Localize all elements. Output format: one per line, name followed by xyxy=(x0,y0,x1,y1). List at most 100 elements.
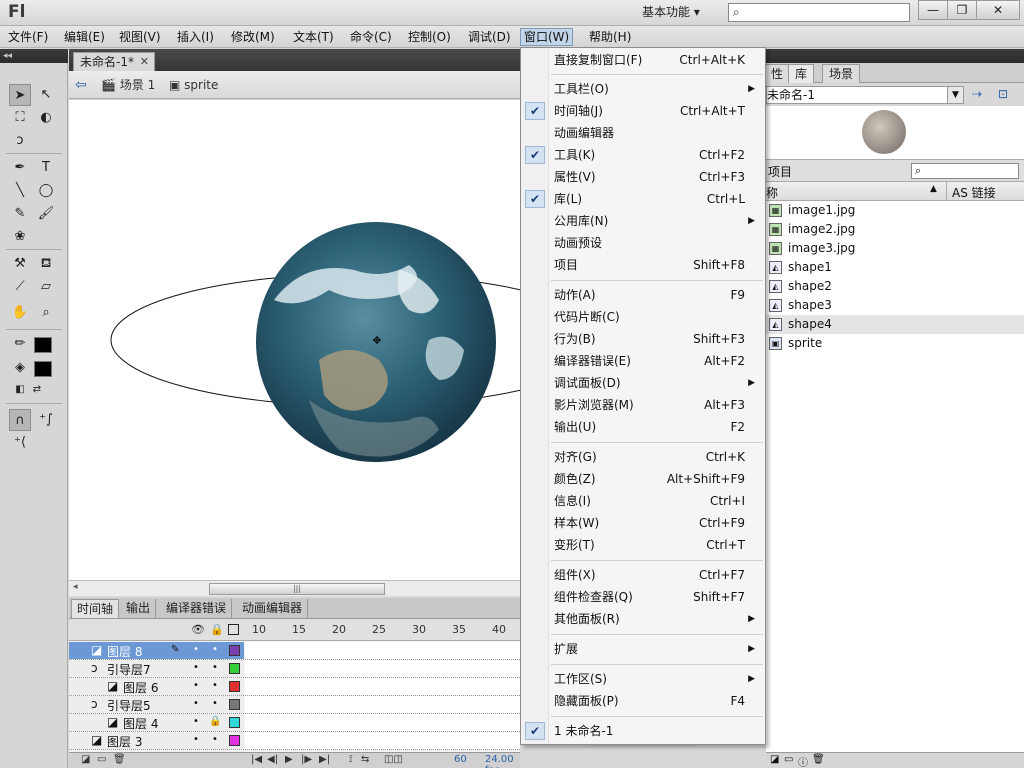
lock-dot[interactable]: • xyxy=(212,734,218,745)
visibility-dot[interactable]: • xyxy=(193,716,199,727)
pencil-tool-icon[interactable]: ✎ xyxy=(9,203,31,225)
zoom-tool-icon[interactable]: ⌕ xyxy=(35,302,57,324)
smooth-icon[interactable]: ⁺∫ xyxy=(35,409,57,431)
visibility-dot[interactable]: • xyxy=(193,698,199,709)
menu-modify[interactable]: 修改(M) xyxy=(228,29,278,47)
lock-all-icon[interactable]: 🔒 xyxy=(210,623,224,636)
snap-to-objects-icon[interactable]: ∩ xyxy=(9,409,31,431)
menu-control[interactable]: 控制(O) xyxy=(405,29,454,47)
menu-item-hide-panels[interactable]: 隐藏面板(P) F4 xyxy=(521,690,765,712)
document-tab[interactable]: 未命名-1* ✕ xyxy=(73,52,155,71)
play-icon[interactable]: ▶ xyxy=(285,754,293,765)
frame-track[interactable] xyxy=(245,678,696,695)
layer-row[interactable]: ◪ 图层 3 • • xyxy=(69,732,696,750)
tab-motion-editor[interactable]: 动画编辑器 xyxy=(237,599,309,618)
properties-icon[interactable]: ⓘ xyxy=(798,754,808,768)
menu-item-components[interactable]: 组件(X) Ctrl+F7 xyxy=(521,564,765,586)
subselection-tool-icon[interactable]: ↖ xyxy=(35,84,57,106)
library-item[interactable]: ◭ shape2 xyxy=(766,277,1024,296)
frame-track[interactable] xyxy=(245,660,696,677)
tab-output[interactable]: 输出 xyxy=(121,599,157,618)
scroll-left-icon[interactable]: ◂ xyxy=(73,582,78,592)
fps-value[interactable]: 24.00 fps xyxy=(485,754,520,768)
lock-dot[interactable]: • xyxy=(212,644,218,655)
sort-up-icon[interactable]: ▲ xyxy=(930,184,937,194)
center-frame-icon[interactable]: ⟟ xyxy=(349,754,353,765)
paint-bucket-tool-icon[interactable]: ⛾ xyxy=(35,253,57,275)
menu-item-motion-presets[interactable]: 动画预设 xyxy=(521,232,765,254)
menu-item-color[interactable]: 颜色(Z) Alt+Shift+F9 xyxy=(521,468,765,490)
menu-item-output[interactable]: 输出(U) F2 xyxy=(521,416,765,438)
step-back-icon[interactable]: ◀| xyxy=(267,754,278,765)
lock-dot[interactable]: • xyxy=(212,698,218,709)
outline-color-box[interactable] xyxy=(229,663,240,674)
menu-item-open-document[interactable]: ✔ 1 未命名-1 xyxy=(521,720,765,742)
library-item[interactable]: ▣ sprite xyxy=(766,334,1024,353)
brush-tool-icon[interactable]: 🖌 xyxy=(35,203,57,225)
visibility-dot[interactable]: • xyxy=(193,734,199,745)
chevron-down-icon[interactable]: ▼ xyxy=(947,87,963,103)
frame-track[interactable] xyxy=(245,714,696,731)
fill-color-swatch[interactable] xyxy=(34,361,52,377)
layer-row[interactable]: ◪ 图层 8 ✎ • • xyxy=(69,642,520,660)
menu-item-other-panels[interactable]: 其他面板(R) ▶ xyxy=(521,608,765,630)
frame-track[interactable] xyxy=(245,732,696,749)
hand-tool-icon[interactable]: ✋ xyxy=(9,302,31,324)
menu-item-motion-editor[interactable]: 动画编辑器 xyxy=(521,122,765,144)
new-library-panel-icon[interactable]: ⇢ xyxy=(972,87,982,101)
menu-item-project[interactable]: 项目 Shift+F8 xyxy=(521,254,765,276)
bone-tool-icon[interactable]: ⚒ xyxy=(9,253,31,275)
breadcrumb-symbol[interactable]: ▣ sprite xyxy=(169,77,218,93)
maximize-button[interactable]: ❐ xyxy=(947,0,977,20)
layer-row[interactable]: ◪ 图层 6 • • xyxy=(69,678,696,696)
swap-colors-icon[interactable]: ⇄ xyxy=(26,379,48,401)
menu-item-align[interactable]: 对齐(G) Ctrl+K xyxy=(521,446,765,468)
menu-item-library[interactable]: ✔ 库(L) Ctrl+L xyxy=(521,188,765,210)
workspace-switcher[interactable]: 基本功能 ▾ xyxy=(636,3,706,22)
new-symbol-icon[interactable]: ◪ xyxy=(770,754,779,765)
outline-color-box[interactable] xyxy=(229,681,240,692)
stage-canvas[interactable] xyxy=(69,100,520,580)
eraser-tool-icon[interactable]: ▱ xyxy=(35,276,57,298)
lock-icon[interactable]: 🔒 xyxy=(209,716,221,727)
menu-item-swatches[interactable]: 样本(W) Ctrl+F9 xyxy=(521,512,765,534)
library-item[interactable]: ▦ image3.jpg xyxy=(766,239,1024,258)
delete-layer-icon[interactable]: 🗑 xyxy=(113,754,126,765)
menu-window[interactable]: 窗口(W) xyxy=(520,28,574,46)
panel-grip[interactable]: ◂◂ xyxy=(0,49,68,63)
text-tool-icon[interactable]: T xyxy=(35,157,57,179)
outline-color-box[interactable] xyxy=(229,699,240,710)
visibility-dot[interactable]: • xyxy=(193,680,199,691)
menu-file[interactable]: 文件(F) xyxy=(5,29,51,47)
new-folder-icon[interactable]: ▭ xyxy=(97,754,106,765)
outline-all-icon[interactable] xyxy=(228,624,239,635)
frame-track[interactable] xyxy=(245,696,696,713)
menu-item-duplicate-window[interactable]: 直接复制窗口(F) Ctrl+Alt+K xyxy=(521,49,765,71)
menu-insert[interactable]: 插入(I) xyxy=(174,29,217,47)
stage-horizontal-scrollbar[interactable]: ◂ ||| xyxy=(69,580,520,596)
outline-color-box[interactable] xyxy=(229,645,240,656)
menu-text[interactable]: 文本(T) xyxy=(290,29,337,47)
lasso-tool-icon[interactable]: ↄ xyxy=(9,130,31,152)
menu-debug[interactable]: 调试(D) xyxy=(465,29,514,47)
outline-color-box[interactable] xyxy=(229,717,240,728)
current-frame-value[interactable]: 60 xyxy=(454,754,467,765)
selection-tool-icon[interactable]: ➤ xyxy=(9,84,31,106)
step-forward-icon[interactable]: |▶ xyxy=(301,754,312,765)
deco-tool-icon[interactable]: ❀ xyxy=(9,226,31,248)
tab-timeline[interactable]: 时间轴 xyxy=(71,599,120,618)
layer-row[interactable]: ◪ 图层 4 • 🔒 xyxy=(69,714,696,732)
free-transform-tool-icon[interactable]: ⛶ xyxy=(9,107,31,129)
new-folder-icon[interactable]: ▭ xyxy=(784,754,793,765)
tab-library[interactable]: 库 xyxy=(788,64,815,83)
column-name[interactable]: 称 xyxy=(766,184,778,201)
straighten-icon[interactable]: ⁺⟨ xyxy=(9,432,31,454)
library-document-select[interactable]: 未命名-1 ▼ xyxy=(766,86,964,104)
show-hide-all-icon[interactable]: 👁 xyxy=(191,623,205,636)
menu-item-component-inspector[interactable]: 组件检查器(Q) Shift+F7 xyxy=(521,586,765,608)
menu-item-movie-explorer[interactable]: 影片浏览器(M) Alt+F3 xyxy=(521,394,765,416)
layer-row[interactable]: ↄ 引导层5 • • xyxy=(69,696,696,714)
breadcrumb-scene[interactable]: 🎬 场景 1 xyxy=(101,77,155,93)
menu-item-compiler-errors[interactable]: 编译器错误(E) Alt+F2 xyxy=(521,350,765,372)
library-item[interactable]: ◭ shape3 xyxy=(766,296,1024,315)
